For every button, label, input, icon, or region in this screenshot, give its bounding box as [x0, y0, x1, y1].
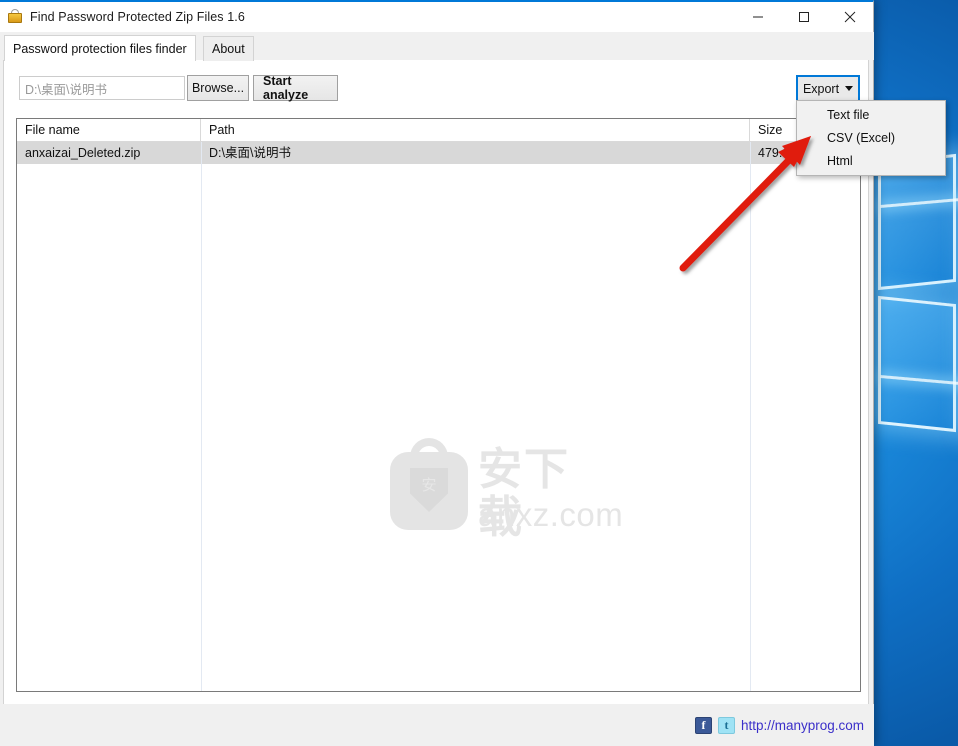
tab-label: About: [212, 42, 245, 56]
zip-bag-body: [8, 13, 22, 23]
table-header-row: File name Path Size: [17, 119, 860, 142]
browse-button-label: Browse...: [191, 81, 245, 95]
website-link[interactable]: http://manyprog.com: [741, 718, 864, 733]
zip-bag-icon: [7, 9, 23, 25]
minimize-icon[interactable]: [735, 2, 781, 32]
twitter-glyph: t: [724, 717, 729, 732]
column-header-file-name[interactable]: File name: [17, 119, 201, 142]
status-bar: f t http://manyprog.com: [0, 704, 874, 746]
browse-button[interactable]: Browse...: [187, 75, 249, 101]
export-button[interactable]: Export: [796, 75, 860, 102]
application-window: Find Password Protected Zip Files 1.6 Pa…: [0, 0, 874, 746]
tab-strip: Password protection files finder About: [0, 32, 874, 61]
chevron-down-icon: [845, 86, 854, 91]
column-header-path[interactable]: Path: [201, 119, 750, 142]
folder-path-input[interactable]: [19, 76, 185, 100]
grid-line-1: [201, 142, 202, 691]
maximize-icon[interactable]: [781, 2, 827, 32]
close-icon[interactable]: [827, 2, 873, 32]
start-analyze-button-label: Start analyze: [263, 74, 309, 102]
wallpaper-pane-3: [878, 295, 956, 433]
tab-password-protection-files-finder[interactable]: Password protection files finder: [4, 35, 196, 61]
title-bar: Find Password Protected Zip Files 1.6: [0, 2, 873, 32]
tab-content-panel: Browse... Start analyze Export File name…: [3, 60, 869, 705]
grid-line-2: [750, 142, 751, 691]
facebook-glyph: f: [701, 717, 706, 732]
twitter-icon[interactable]: t: [717, 716, 735, 734]
menu-item-text-file[interactable]: Text file: [797, 104, 945, 127]
results-table[interactable]: File name Path Size anxaizai_Deleted.zip…: [16, 118, 861, 692]
facebook-icon[interactable]: f: [694, 716, 712, 734]
start-analyze-button[interactable]: Start analyze: [253, 74, 338, 102]
window-title: Find Password Protected Zip Files 1.6: [30, 10, 245, 24]
export-button-label: Export: [802, 81, 840, 96]
table-grid-lines: [17, 142, 860, 691]
tab-label: Password protection files finder: [13, 41, 187, 56]
menu-item-html[interactable]: Html: [797, 150, 945, 173]
tab-about[interactable]: About: [203, 36, 254, 61]
menu-item-csv-excel[interactable]: CSV (Excel): [797, 127, 945, 150]
export-dropdown-menu[interactable]: Text file CSV (Excel) Html: [796, 100, 946, 176]
window-controls: [735, 2, 873, 32]
